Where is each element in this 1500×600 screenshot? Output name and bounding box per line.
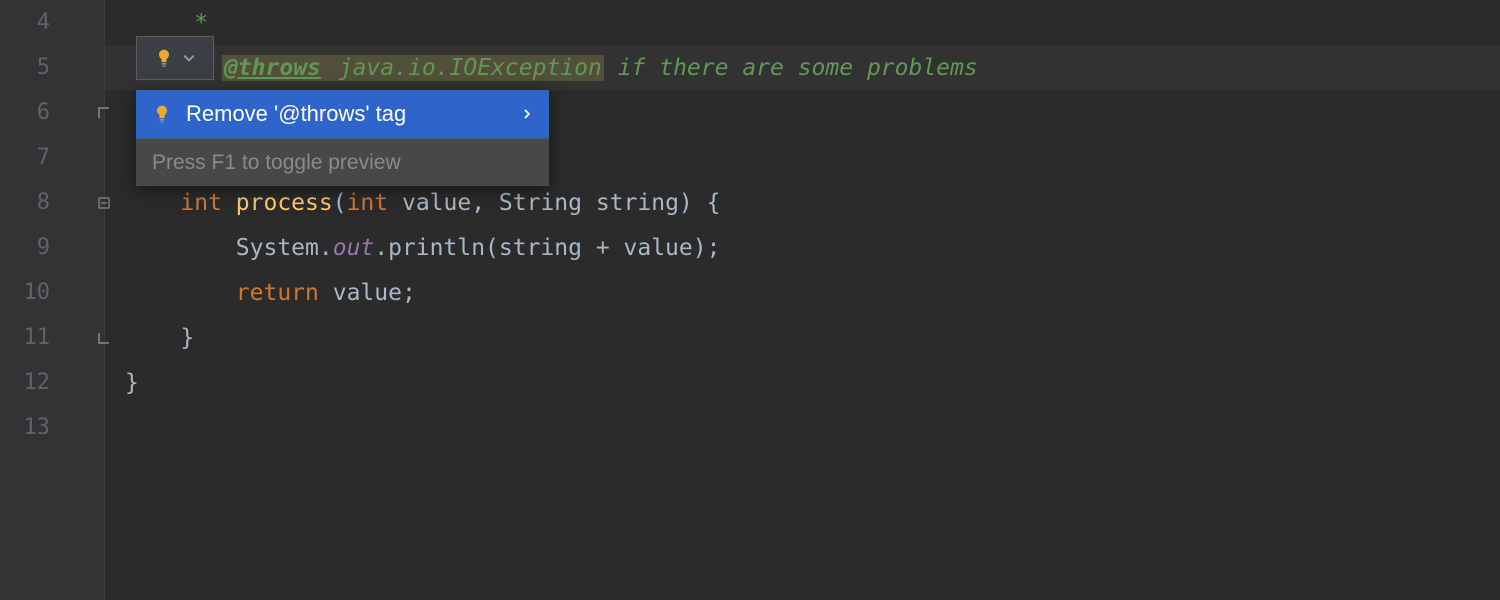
javadoc-class-ref: java.io.IOException [323, 55, 604, 81]
code-line-5[interactable]: * @throws java.io.IOException if there a… [105, 45, 1500, 90]
line-number: 8 [0, 190, 60, 215]
gutter-row[interactable]: 5 [0, 45, 104, 90]
code-line-12[interactable]: } [105, 360, 1500, 405]
line-number: 9 [0, 235, 60, 260]
javadoc-text: if there are some problems [604, 55, 978, 81]
doc-comment-star: * [194, 10, 208, 36]
chevron-down-icon [182, 51, 196, 65]
gutter-row[interactable]: 6 [0, 90, 104, 135]
code-line-11[interactable]: } [105, 315, 1500, 360]
popup-hint-text: Press F1 to toggle preview [152, 151, 401, 175]
gutter-row[interactable]: 10 [0, 270, 104, 315]
intention-bulb-button[interactable] [136, 36, 214, 80]
code-line-8[interactable]: int process(int value, String string) { [105, 180, 1500, 225]
intention-action-label: Remove '@throws' tag [186, 101, 507, 127]
line-number: 5 [0, 55, 60, 80]
gutter-row[interactable]: 11 [0, 315, 104, 360]
lightbulb-icon [154, 48, 174, 68]
code-line-13[interactable] [105, 405, 1500, 450]
method-call: .println(string + value); [374, 235, 720, 261]
line-number: 6 [0, 100, 60, 125]
popup-hint: Press F1 to toggle preview [136, 138, 549, 186]
gutter-row[interactable]: 7 [0, 135, 104, 180]
static-field: out [333, 235, 375, 261]
gutter: 4 5 6 7 8 9 10 11 [0, 0, 105, 600]
intention-action-remove-throws[interactable]: Remove '@throws' tag [136, 90, 549, 138]
closing-brace: } [125, 370, 139, 396]
keyword-int: int [180, 190, 235, 216]
code-line-10[interactable]: return value; [105, 270, 1500, 315]
gutter-row[interactable]: 8 [0, 180, 104, 225]
line-number: 7 [0, 145, 60, 170]
line-number: 10 [0, 280, 60, 305]
closing-brace: } [180, 325, 194, 351]
gutter-row[interactable]: 4 [0, 0, 104, 45]
line-number: 4 [0, 10, 60, 35]
class-ref: System. [236, 235, 333, 261]
javadoc-throws-tag: @throws [222, 55, 323, 81]
line-number: 13 [0, 415, 60, 440]
method-name: process [236, 190, 333, 216]
gutter-row[interactable]: 9 [0, 225, 104, 270]
code-line-4[interactable]: * [105, 0, 1500, 45]
code-line-9[interactable]: System.out.println(string + value); [105, 225, 1500, 270]
line-number: 12 [0, 370, 60, 395]
keyword-return: return [236, 280, 333, 306]
line-number: 11 [0, 325, 60, 350]
lightbulb-icon [152, 104, 172, 124]
gutter-row[interactable]: 13 [0, 405, 104, 450]
keyword-int: int [347, 190, 402, 216]
intention-actions-popup: Remove '@throws' tag Press F1 to toggle … [136, 90, 549, 186]
method-params: value, String string) { [402, 190, 721, 216]
gutter-row[interactable]: 12 [0, 360, 104, 405]
chevron-right-icon [521, 108, 533, 120]
